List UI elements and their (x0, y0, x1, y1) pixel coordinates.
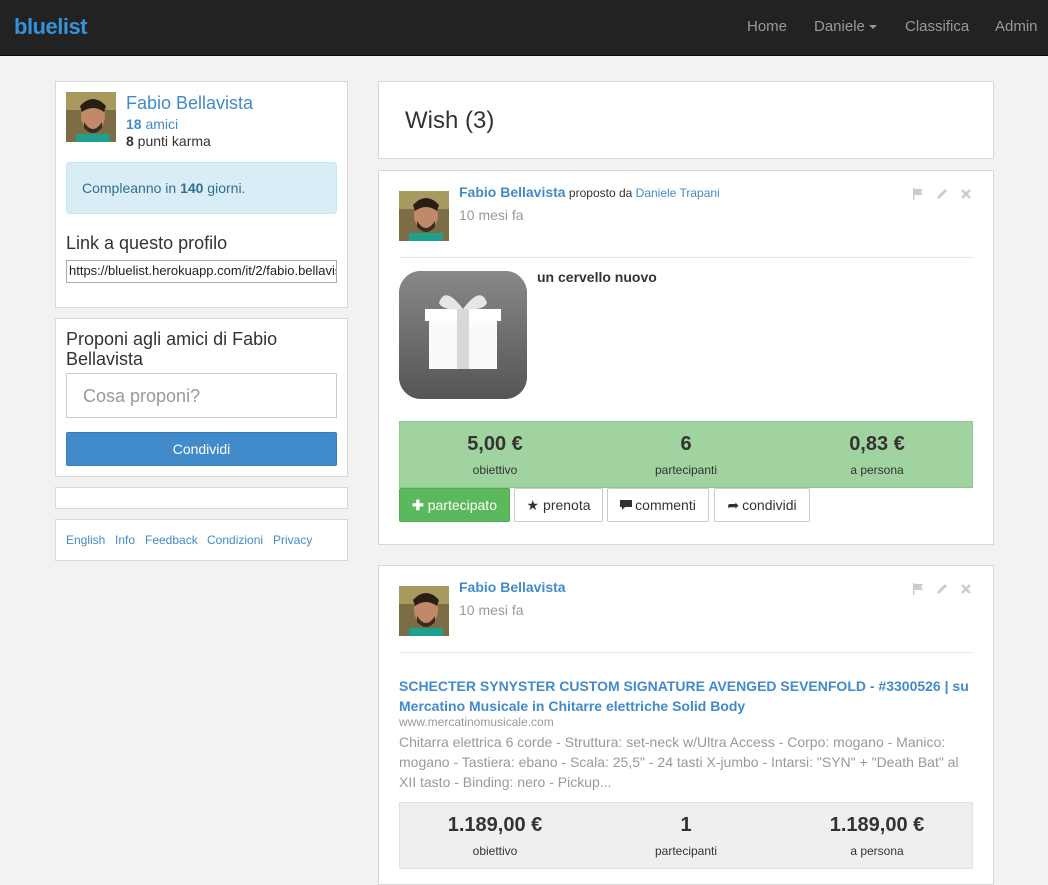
post-time: 10 mesi fa (459, 207, 524, 223)
star-icon: ★ (526, 497, 540, 513)
footer-link-condizioni[interactable]: Condizioni (207, 533, 263, 547)
stat-per-person-label: a persona (850, 463, 904, 477)
profile-name[interactable]: Fabio Bellavista (126, 93, 253, 114)
footer-link-info[interactable]: Info (115, 533, 135, 547)
condividi-label: condividi (742, 497, 797, 513)
share-icon: ➦ (727, 497, 740, 513)
wish-item-title[interactable]: un cervello nuovo (537, 269, 657, 285)
post-avatar[interactable] (399, 191, 449, 241)
nav-admin[interactable]: Admin (995, 18, 1038, 35)
profile-link-title: Link a questo profilo (66, 233, 228, 253)
wish-stats: 5,00 € obiettivo 6 partecipanti 0,83 € a pe… (399, 421, 973, 488)
karma-count: 8 (126, 133, 134, 149)
post-divider (399, 257, 973, 258)
friends-label: amici (141, 116, 179, 132)
close-icon[interactable] (959, 582, 973, 599)
friends-link[interactable]: 18 amici (126, 116, 178, 132)
stat-participants-label: partecipanti (654, 844, 718, 858)
pencil-icon[interactable] (935, 582, 949, 599)
prenota-label: prenota (543, 497, 591, 513)
propose-input[interactable]: Cosa proponi? (66, 373, 337, 418)
flag-icon[interactable] (911, 582, 925, 599)
friends-count: 18 (126, 116, 142, 132)
stat-participants-value: 1 (680, 814, 692, 836)
comment-icon (620, 490, 633, 522)
stat-per-person-label: a persona (850, 844, 904, 858)
karma-label: punti karma (133, 133, 211, 149)
wish-title: Wish (3) (405, 107, 495, 134)
nav-user-label: Daniele (814, 18, 865, 35)
post-proposed-by: proposto da Daniele Trapani (566, 186, 720, 200)
flag-icon[interactable] (911, 187, 925, 204)
footer-links-panel: English Info Feedback Condizioni Privacy (55, 519, 348, 561)
stat-participants-value: 6 (680, 433, 692, 455)
condividi-button[interactable]: Condividi (66, 432, 337, 466)
partecipato-button[interactable]: ✚ partecipato (399, 488, 510, 522)
birthday-suffix: giorni. (203, 180, 246, 196)
birthday-days: 140 (180, 180, 204, 196)
external-link-description: Chitarra elettrica 6 corde - Struttura: … (399, 734, 959, 790)
navbar: bluelist Home Daniele Classifica Admin (0, 0, 1048, 56)
partecipato-label: partecipato (427, 497, 497, 513)
gift-icon (399, 271, 527, 399)
post-author-line: Fabio Bellavista proposto da Daniele Tra… (459, 184, 720, 200)
external-link-domain: www.mercatinomusicale.com (399, 715, 554, 729)
stat-goal-label: obiettivo (472, 463, 518, 477)
profile-avatar[interactable] (66, 92, 116, 142)
propose-title: Proponi agli amici di Fabio Bellavista (66, 329, 278, 369)
footer-link-feedback[interactable]: Feedback (145, 533, 198, 547)
stat-goal-value: 1.189,00 € (447, 814, 543, 836)
post-time: 10 mesi fa (459, 602, 524, 618)
post-actions (905, 187, 973, 204)
close-icon[interactable] (959, 187, 973, 204)
stat-goal-label: obiettivo (472, 844, 518, 858)
post-author[interactable]: Fabio Bellavista (459, 184, 566, 200)
external-link-title[interactable]: SCHECTER SYNYSTER CUSTOM SIGNATURE AVENG… (399, 676, 969, 716)
commenti-label: commenti (635, 497, 696, 513)
post-actions (905, 582, 973, 599)
profile-link-input[interactable]: https://bluelist.herokuapp.com/it/2/fabi… (66, 260, 337, 283)
footer-link-english[interactable]: English (66, 533, 105, 547)
wish-stats: 1.189,00 € obiettivo 1 partecipanti 1.189,… (399, 802, 973, 869)
wish-post: Fabio Bellavista proposto da Daniele Tra… (378, 170, 994, 545)
nav-home[interactable]: Home (747, 18, 787, 35)
commenti-button[interactable]: commenti (607, 488, 709, 522)
stat-participants-label: partecipanti (654, 463, 718, 477)
post-divider (399, 652, 973, 653)
stat-per-person-value: 0,83 € (849, 433, 905, 455)
prenota-button[interactable]: ★ prenota (514, 488, 603, 522)
caret-down-icon (868, 25, 877, 30)
footer-link-privacy[interactable]: Privacy (273, 533, 312, 547)
pencil-icon[interactable] (935, 187, 949, 204)
birthday-prefix: Compleanno in (82, 180, 181, 196)
profile-panel: Fabio Bellavista 18 amici 8 punti karma … (55, 81, 348, 308)
empty-panel (55, 487, 348, 509)
karma-text: 8 punti karma (126, 133, 211, 149)
proposed-by-label: proposto da (565, 186, 636, 200)
proposed-by-user[interactable]: Daniele Trapani (636, 186, 720, 200)
condividi-post-button[interactable]: ➦ condividi (714, 488, 810, 522)
post-author[interactable]: Fabio Bellavista (459, 579, 566, 595)
propose-panel: Proponi agli amici di Fabio Bellavista C… (55, 318, 348, 477)
birthday-alert: Compleanno in 140 giorni. (66, 162, 337, 214)
brand-logo[interactable]: bluelist (14, 14, 88, 40)
post-avatar[interactable] (399, 586, 449, 636)
stat-goal-value: 5,00 € (467, 433, 523, 455)
link-post: Fabio Bellavista 10 mesi fa SCHECTER SYN… (378, 565, 994, 885)
stat-per-person-value: 1.189,00 € (829, 814, 925, 836)
plus-icon: ✚ (411, 497, 424, 513)
nav-classifica[interactable]: Classifica (905, 18, 969, 35)
nav-user-dropdown[interactable]: Daniele (814, 18, 877, 35)
wish-header-panel: Wish (3) (378, 81, 994, 159)
